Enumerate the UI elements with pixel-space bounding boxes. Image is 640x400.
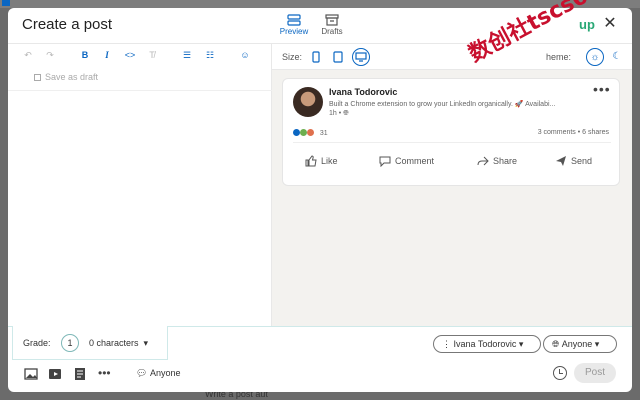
post-time: 1h •: [329, 110, 342, 117]
character-count-dropdown[interactable]: 0 characters ▾: [89, 338, 148, 349]
footer-audience-button[interactable]: 💬︎ Anyone: [136, 368, 180, 379]
more-options-icon[interactable]: •••: [98, 367, 112, 381]
emoji-icon[interactable]: ☺: [239, 50, 251, 60]
audience-select[interactable]: 🌐︎ Anyone ▾: [543, 335, 617, 353]
mobile-icon: [312, 51, 320, 63]
avatar: [293, 87, 323, 117]
share-label: Share: [493, 156, 518, 166]
comment-audience-icon: 💬︎: [136, 368, 150, 378]
author-select[interactable]: ⋮ Ivana Todorovic ▾: [433, 335, 541, 353]
code-icon[interactable]: <>: [124, 50, 136, 60]
comment-icon: [379, 156, 391, 168]
comment-button[interactable]: Comment: [379, 155, 435, 168]
mobile-size-button[interactable]: [308, 49, 324, 65]
undo-icon[interactable]: ↶: [22, 50, 34, 61]
create-post-modal: Create a post Preview Drafts up ✕ ↶ ↷ B …: [8, 8, 632, 392]
more-options-icon[interactable]: •••: [593, 81, 611, 97]
theme-label: heme:: [546, 52, 572, 62]
sun-icon: ☼: [590, 52, 600, 63]
post-preview-card: Ivana Todorovic Built a Chrome extension…: [282, 78, 620, 186]
bottom-options-row: Grade: 1 0 characters ▾ ⋮ Ivana Todorovi…: [8, 326, 632, 360]
preview-panel: Size: heme: ☼ ☾ Ivana Todorovic Built a …: [272, 44, 632, 326]
size-label: Size:: [282, 52, 303, 62]
close-icon: ✕: [603, 15, 617, 32]
card-divider: [293, 142, 611, 143]
redo-icon[interactable]: ↷: [44, 50, 56, 61]
reaction-count: 31: [319, 130, 328, 137]
preview-icon: [287, 14, 301, 26]
like-icon: [305, 155, 317, 167]
modal-footer: ••• 💬︎ Anyone Post: [8, 358, 632, 392]
tab-drafts[interactable]: Drafts: [310, 14, 354, 36]
send-icon: [556, 156, 566, 166]
like-button[interactable]: Like: [305, 155, 338, 167]
video-icon[interactable]: [48, 367, 62, 381]
celebrate-reaction-icon: [299, 129, 307, 136]
post-author: Ivana Todorovic: [329, 87, 398, 97]
dark-theme-button[interactable]: ☾: [608, 48, 626, 66]
share-button[interactable]: Share: [477, 155, 517, 167]
brand-logo: up: [579, 17, 595, 32]
love-reaction-icon: [306, 129, 314, 136]
author-select-value: Ivana Todorovic: [453, 339, 517, 349]
grade-label: Grade:: [23, 338, 51, 348]
clear-format-icon[interactable]: T̸: [146, 50, 158, 60]
numbered-list-icon[interactable]: ☷: [204, 50, 216, 61]
modal-title: Create a post: [22, 16, 113, 33]
post-stats: 3 comments • 6 shares: [537, 129, 609, 136]
character-count: 0 characters: [89, 338, 139, 348]
tablet-size-button[interactable]: [330, 49, 346, 65]
save-as-draft-label: Save as draft: [45, 72, 99, 82]
grade-panel: Grade: 1 0 characters ▾: [12, 326, 168, 360]
editor-divider: [8, 90, 272, 91]
comment-label: Comment: [395, 156, 435, 166]
bold-icon[interactable]: B: [79, 50, 91, 60]
like-label: Like: [321, 156, 338, 166]
chevron-down-icon: ▾: [141, 338, 149, 348]
bullet-list-icon[interactable]: ☰: [181, 50, 193, 61]
tab-drafts-label: Drafts: [321, 27, 343, 36]
moon-icon: ☾: [612, 51, 622, 62]
share-icon: [477, 156, 489, 166]
more-vertical-icon: ⋮: [442, 339, 454, 349]
globe-icon: 🌐︎: [343, 110, 349, 117]
chevron-down-icon: ▾: [592, 339, 600, 349]
background-logo: [2, 0, 10, 6]
chevron-down-icon: ▾: [516, 339, 524, 349]
tablet-icon: [333, 51, 343, 63]
send-label: Send: [571, 156, 593, 166]
like-reaction-icon: [293, 129, 300, 136]
image-icon[interactable]: [24, 367, 38, 381]
post-headline: Built a Chrome extension to grow your Li…: [329, 101, 556, 108]
close-button[interactable]: ✕: [602, 16, 618, 32]
document-icon[interactable]: [73, 367, 87, 381]
desktop-icon: [355, 52, 367, 62]
italic-icon[interactable]: I: [101, 50, 113, 60]
grade-value: 1: [61, 334, 79, 352]
drafts-icon: [325, 14, 339, 26]
globe-icon: 🌐︎: [552, 339, 562, 349]
send-button[interactable]: Send: [555, 155, 592, 167]
post-meta: 1h • 🌐︎: [329, 110, 349, 118]
desktop-size-button[interactable]: [352, 48, 370, 66]
editor-toolbar: ↶ ↷ B I <> T̸ ☰ ☷ ☺: [8, 44, 272, 68]
save-icon: [34, 74, 41, 81]
save-as-draft-button[interactable]: Save as draft: [34, 72, 98, 82]
preview-size-bar: Size: heme: ☼ ☾: [272, 44, 632, 70]
editor-panel: ↶ ↷ B I <> T̸ ☰ ☷ ☺ Save as draft: [8, 44, 272, 326]
footer-audience-label: Anyone: [149, 368, 181, 378]
tab-preview-label: Preview: [279, 27, 309, 36]
post-button[interactable]: Post: [574, 363, 616, 383]
light-theme-button[interactable]: ☼: [586, 48, 604, 66]
schedule-clock-icon[interactable]: [553, 366, 567, 380]
audience-select-value: Anyone: [561, 339, 593, 349]
reactions-summary: 31: [293, 129, 328, 137]
